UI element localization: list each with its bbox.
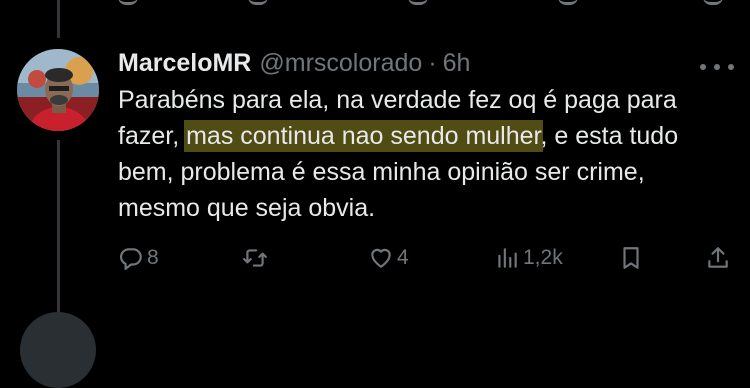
previous-like-icon[interactable] — [408, 0, 428, 5]
more-icon[interactable] — [700, 62, 734, 72]
share-icon — [708, 247, 728, 268]
bookmark-icon — [623, 247, 639, 269]
thread-connector-top — [57, 0, 60, 38]
next-reply-avatar[interactable] — [20, 312, 96, 388]
previous-share-icon[interactable] — [703, 0, 723, 5]
like-button[interactable]: 4 — [368, 240, 409, 276]
previous-tweet-action-bar — [118, 0, 730, 6]
tweet-timestamp[interactable]: 6h — [443, 49, 471, 78]
previous-retweet-icon[interactable] — [248, 0, 268, 5]
highlighted-text: mas continua nao sendo mulher — [186, 122, 541, 150]
tweet-header: MarceloMR @mrscolorado · 6h — [118, 47, 470, 79]
share-button[interactable] — [705, 240, 731, 276]
previous-views-icon[interactable] — [558, 0, 578, 5]
views-icon — [498, 248, 517, 268]
author-handle[interactable]: @mrscolorado — [259, 49, 422, 78]
reply-button[interactable]: 8 — [118, 240, 159, 276]
views-button[interactable]: 1,2k — [494, 240, 563, 276]
thread-connector-bottom — [57, 140, 60, 312]
bookmark-button[interactable] — [618, 240, 644, 276]
separator-dot: · — [428, 48, 437, 77]
previous-reply-icon[interactable] — [118, 0, 138, 5]
retweet-button[interactable] — [242, 240, 271, 276]
like-count: 4 — [397, 246, 409, 269]
author-display-name[interactable]: MarceloMR — [118, 49, 251, 78]
reply-icon — [119, 248, 142, 270]
tweet-action-bar: 8 4 1,2k — [0, 240, 750, 276]
views-count: 1,2k — [523, 246, 563, 269]
tweet-text: Parabéns para ela, na verdade fez oq é p… — [118, 82, 718, 226]
retweet-icon — [243, 249, 267, 267]
heart-icon — [371, 248, 391, 268]
reply-count: 8 — [147, 246, 159, 269]
avatar[interactable] — [17, 49, 99, 131]
